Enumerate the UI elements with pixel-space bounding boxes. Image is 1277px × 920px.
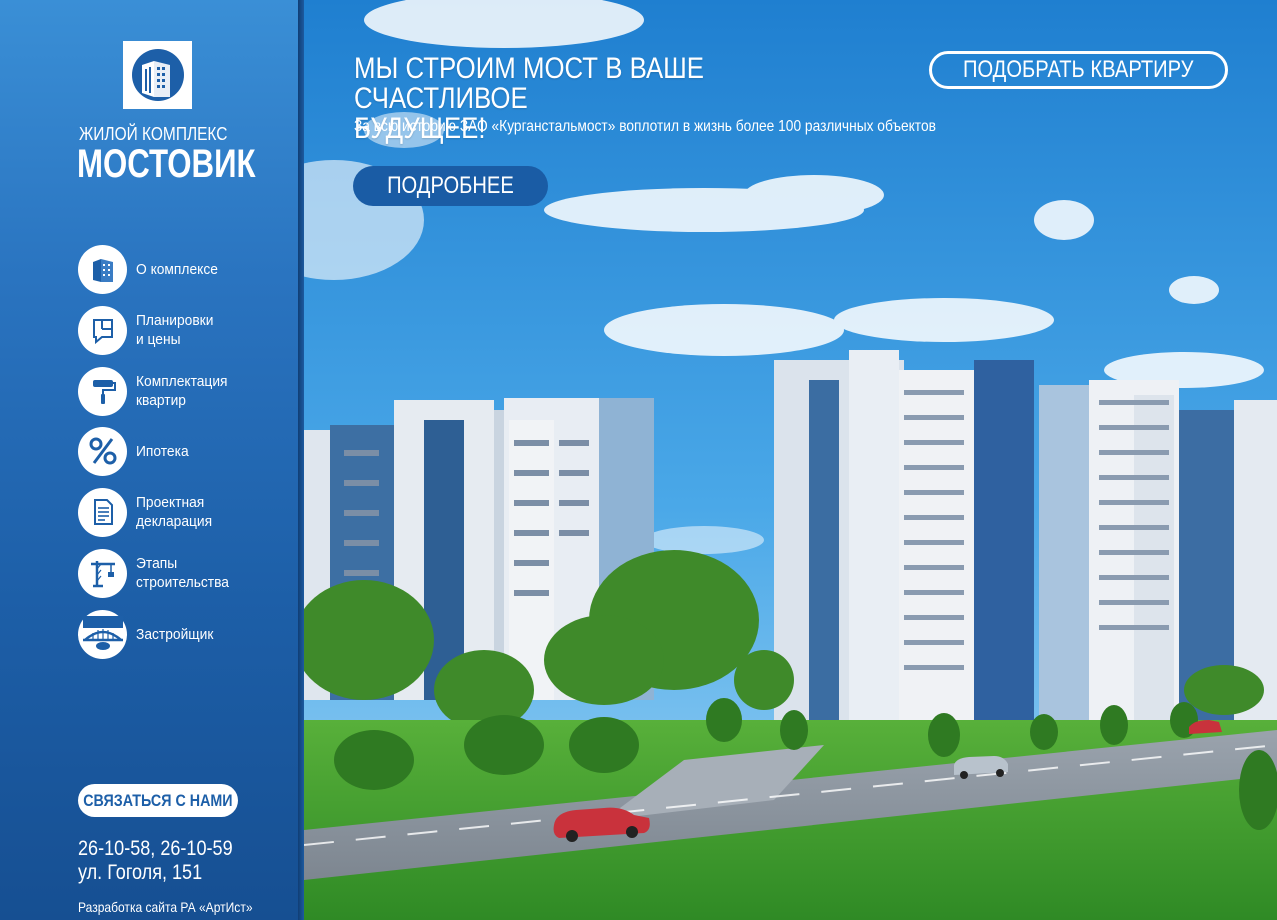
nav-item-plans[interactable]: Планировки и цены (78, 305, 288, 355)
phone-numbers: 26-10-58, 26-10-59 (78, 837, 233, 860)
nav-item-mortgage[interactable]: Ипотека (78, 426, 288, 476)
document-icon (78, 487, 127, 537)
nav-label-declaration: Проектная декларация (136, 494, 213, 530)
more-button-label: ПОДРОБНЕЕ (387, 172, 514, 199)
nav-item-about[interactable]: О комплексе (78, 244, 288, 294)
crane-icon (78, 548, 127, 598)
sidebar: ЖИЛОЙ КОМПЛЕКС МОСТОВИК О комплексе План… (0, 0, 298, 920)
brand-name[interactable]: МОСТОВИК (77, 142, 256, 187)
building-logo-icon[interactable] (123, 41, 192, 109)
building-icon (78, 244, 127, 294)
more-button[interactable]: ПОДРОБНЕЕ (353, 166, 548, 206)
hero-subline: За всю историю ЗАО «Курганстальмост» воп… (354, 118, 936, 135)
nav-label-plans: Планировки и цены (136, 312, 214, 348)
address: ул. Гоголя, 151 (78, 861, 203, 884)
pick-apartment-button[interactable]: ПОДОБРАТЬ КВАРТИРУ (929, 51, 1228, 89)
nav-label-mortgage: Ипотека (136, 442, 189, 460)
contact-us-button[interactable]: СВЯЗАТЬСЯ С НАМИ (78, 784, 238, 817)
floorplan-icon (78, 305, 127, 355)
nav-label-about: О комплексе (136, 260, 218, 278)
contact-us-label: СВЯЗАТЬСЯ С НАМИ (83, 790, 233, 810)
nav-label-stages: Этапы строительства (136, 555, 229, 591)
nav-label-developer: Застройщик (136, 625, 214, 643)
bridge-icon (78, 609, 127, 659)
site-credit-link[interactable]: Разработка сайта РА «АртИст» (78, 899, 253, 915)
nav-item-developer[interactable]: Застройщик (78, 609, 288, 659)
nav-label-finishing: Комплектация квартир (136, 373, 228, 409)
paint-roller-icon (78, 366, 127, 416)
pick-apartment-label: ПОДОБРАТЬ КВАРТИРУ (963, 56, 1194, 83)
nav-item-stages[interactable]: Этапы строительства (78, 548, 288, 598)
nav-item-declaration[interactable]: Проектная декларация (78, 487, 288, 537)
percent-icon (78, 426, 127, 476)
nav-item-finishing[interactable]: Комплектация квартир (78, 366, 288, 416)
